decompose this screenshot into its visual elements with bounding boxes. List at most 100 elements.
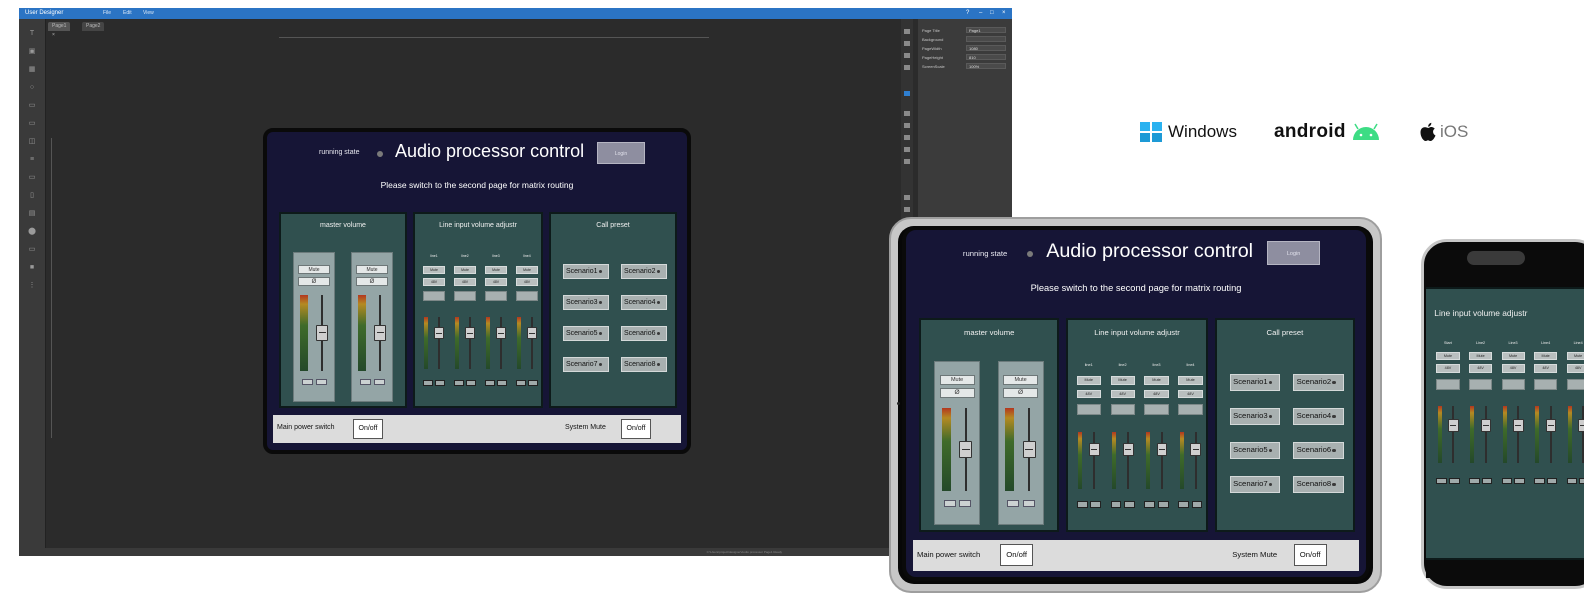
line-fader-knob[interactable]	[1545, 419, 1557, 432]
scenario-button[interactable]: Scenario7	[1229, 476, 1281, 493]
line-scale-button[interactable]	[1436, 477, 1447, 485]
line-scale-button[interactable]	[1157, 501, 1169, 508]
grid-tool-icon[interactable]: ▦	[25, 65, 39, 75]
menu-edit[interactable]: Edit	[123, 8, 132, 19]
scenario-button[interactable]: Scenario4	[621, 295, 667, 310]
scale-button[interactable]	[1022, 500, 1035, 507]
line-fader-knob[interactable]	[1448, 419, 1459, 432]
scale-button[interactable]	[302, 379, 313, 385]
circle-tool-icon[interactable]: ○	[25, 83, 39, 93]
distribute-icon[interactable]	[904, 195, 910, 200]
line-mute-button[interactable]: Mute	[1144, 376, 1169, 386]
line-blank-button[interactable]	[1566, 379, 1584, 390]
knob-tool-icon[interactable]: ⬤	[25, 227, 39, 237]
scenario-button[interactable]: Scenario6	[1293, 442, 1344, 459]
line-scale-button[interactable]	[1501, 477, 1512, 485]
line-blank-button[interactable]	[1436, 379, 1460, 390]
mute-button[interactable]: Mute	[356, 265, 388, 274]
layer-icon[interactable]	[904, 159, 910, 164]
scenario-button[interactable]: Scenario3	[563, 295, 609, 310]
line-scale-button[interactable]	[1178, 501, 1190, 508]
line-phantom-button[interactable]: 48V	[1469, 364, 1493, 373]
line-scale-button[interactable]	[1076, 501, 1088, 508]
line-scale-button[interactable]	[1110, 501, 1122, 508]
line-phantom-button[interactable]: 48V	[1501, 364, 1525, 373]
line-scale-button[interactable]	[423, 380, 433, 386]
line-mute-button[interactable]: Mute	[1469, 351, 1493, 361]
align-icon[interactable]	[904, 53, 910, 58]
scenario-button[interactable]: Scenario7	[563, 357, 609, 372]
button-tool-icon[interactable]: ▭	[25, 101, 39, 111]
line-scale-button[interactable]	[1534, 477, 1545, 485]
line-blank-button[interactable]	[1501, 379, 1525, 390]
phase-button[interactable]: Ø	[298, 277, 330, 286]
line-blank-button[interactable]	[1110, 403, 1135, 415]
line-phantom-button[interactable]: 48V	[1534, 364, 1558, 373]
frame-tool-icon[interactable]: ▭	[25, 173, 39, 183]
mute-button[interactable]: Mute	[298, 265, 330, 274]
line-mute-button[interactable]: Mute	[1110, 376, 1135, 386]
slider-tool-icon[interactable]: ◫	[25, 137, 39, 147]
mute-button[interactable]: Mute	[939, 375, 975, 386]
line-blank-button[interactable]	[423, 291, 445, 301]
scale-button[interactable]	[1007, 500, 1020, 507]
close-button[interactable]: ×	[1002, 8, 1006, 19]
scenario-button[interactable]: Scenario2	[621, 264, 667, 279]
tab-page2[interactable]: Page2	[82, 22, 105, 31]
menu-view[interactable]: View	[143, 8, 154, 19]
scenario-button[interactable]: Scenario6	[621, 326, 667, 341]
page-tool-icon[interactable]: ■	[25, 263, 39, 273]
login-button[interactable]: Login	[597, 142, 645, 164]
main-power-toggle[interactable]: On/off	[1000, 544, 1034, 567]
phase-button[interactable]: Ø	[939, 388, 975, 399]
line-scale-button[interactable]	[485, 380, 495, 386]
line-scale-button[interactable]	[1546, 477, 1558, 485]
layer-icon[interactable]	[904, 147, 910, 152]
line-fader-knob[interactable]	[496, 327, 506, 339]
align-icon[interactable]	[904, 65, 910, 70]
line-mute-button[interactable]: Mute	[1534, 351, 1558, 361]
fader-knob[interactable]	[959, 440, 973, 459]
mute-button[interactable]: Mute	[1003, 375, 1039, 386]
line-mute-button[interactable]: Mute	[423, 266, 445, 274]
line-fader-knob[interactable]	[1122, 443, 1134, 457]
line-fader-knob[interactable]	[1513, 419, 1524, 432]
line-phantom-button[interactable]: 48V	[1178, 389, 1203, 399]
scenario-button[interactable]: Scenario5	[563, 326, 609, 341]
line-blank-button[interactable]	[1469, 379, 1493, 390]
line-phantom-button[interactable]: 48V	[516, 278, 538, 286]
scenario-button[interactable]: Scenario5	[1229, 442, 1281, 459]
scenario-button[interactable]: Scenario8	[621, 357, 667, 372]
menu-file[interactable]: File	[103, 8, 111, 19]
line-scale-button[interactable]	[1469, 477, 1480, 485]
layer-icon[interactable]	[904, 111, 910, 116]
line-fader-knob[interactable]	[434, 327, 444, 339]
scale-button[interactable]	[959, 500, 972, 507]
system-mute-toggle[interactable]: On/off	[1293, 544, 1327, 567]
line-blank-button[interactable]	[485, 291, 507, 301]
fader-tool-icon[interactable]: ▯	[25, 191, 39, 201]
line-scale-button[interactable]	[497, 380, 507, 386]
minimize-button[interactable]: –	[979, 8, 982, 19]
line-scale-button[interactable]	[1144, 501, 1156, 508]
fader-knob[interactable]	[374, 325, 386, 341]
line-phantom-button[interactable]: 48V	[1144, 389, 1169, 399]
line-phantom-button[interactable]: 48V	[1436, 364, 1460, 373]
layer-icon[interactable]	[904, 123, 910, 128]
line-fader-knob[interactable]	[527, 327, 537, 339]
line-blank-button[interactable]	[516, 291, 538, 301]
fader-knob[interactable]	[1022, 440, 1036, 459]
line-blank-button[interactable]	[454, 291, 476, 301]
line-scale-button[interactable]	[466, 380, 476, 386]
line-mute-button[interactable]: Mute	[1566, 351, 1584, 361]
distribute-icon[interactable]	[904, 207, 910, 212]
table-tool-icon[interactable]: ▤	[25, 209, 39, 219]
line-scale-button[interactable]	[1514, 477, 1525, 485]
scenario-button[interactable]: Scenario2	[1293, 374, 1344, 391]
main-power-toggle[interactable]: On/off	[353, 419, 383, 439]
line-scale-button[interactable]	[528, 380, 538, 386]
line-blank-button[interactable]	[1076, 403, 1101, 415]
label-tool-icon[interactable]: ▭	[25, 119, 39, 129]
line-blank-button[interactable]	[1534, 379, 1558, 390]
scenario-button[interactable]: Scenario4	[1293, 408, 1344, 425]
